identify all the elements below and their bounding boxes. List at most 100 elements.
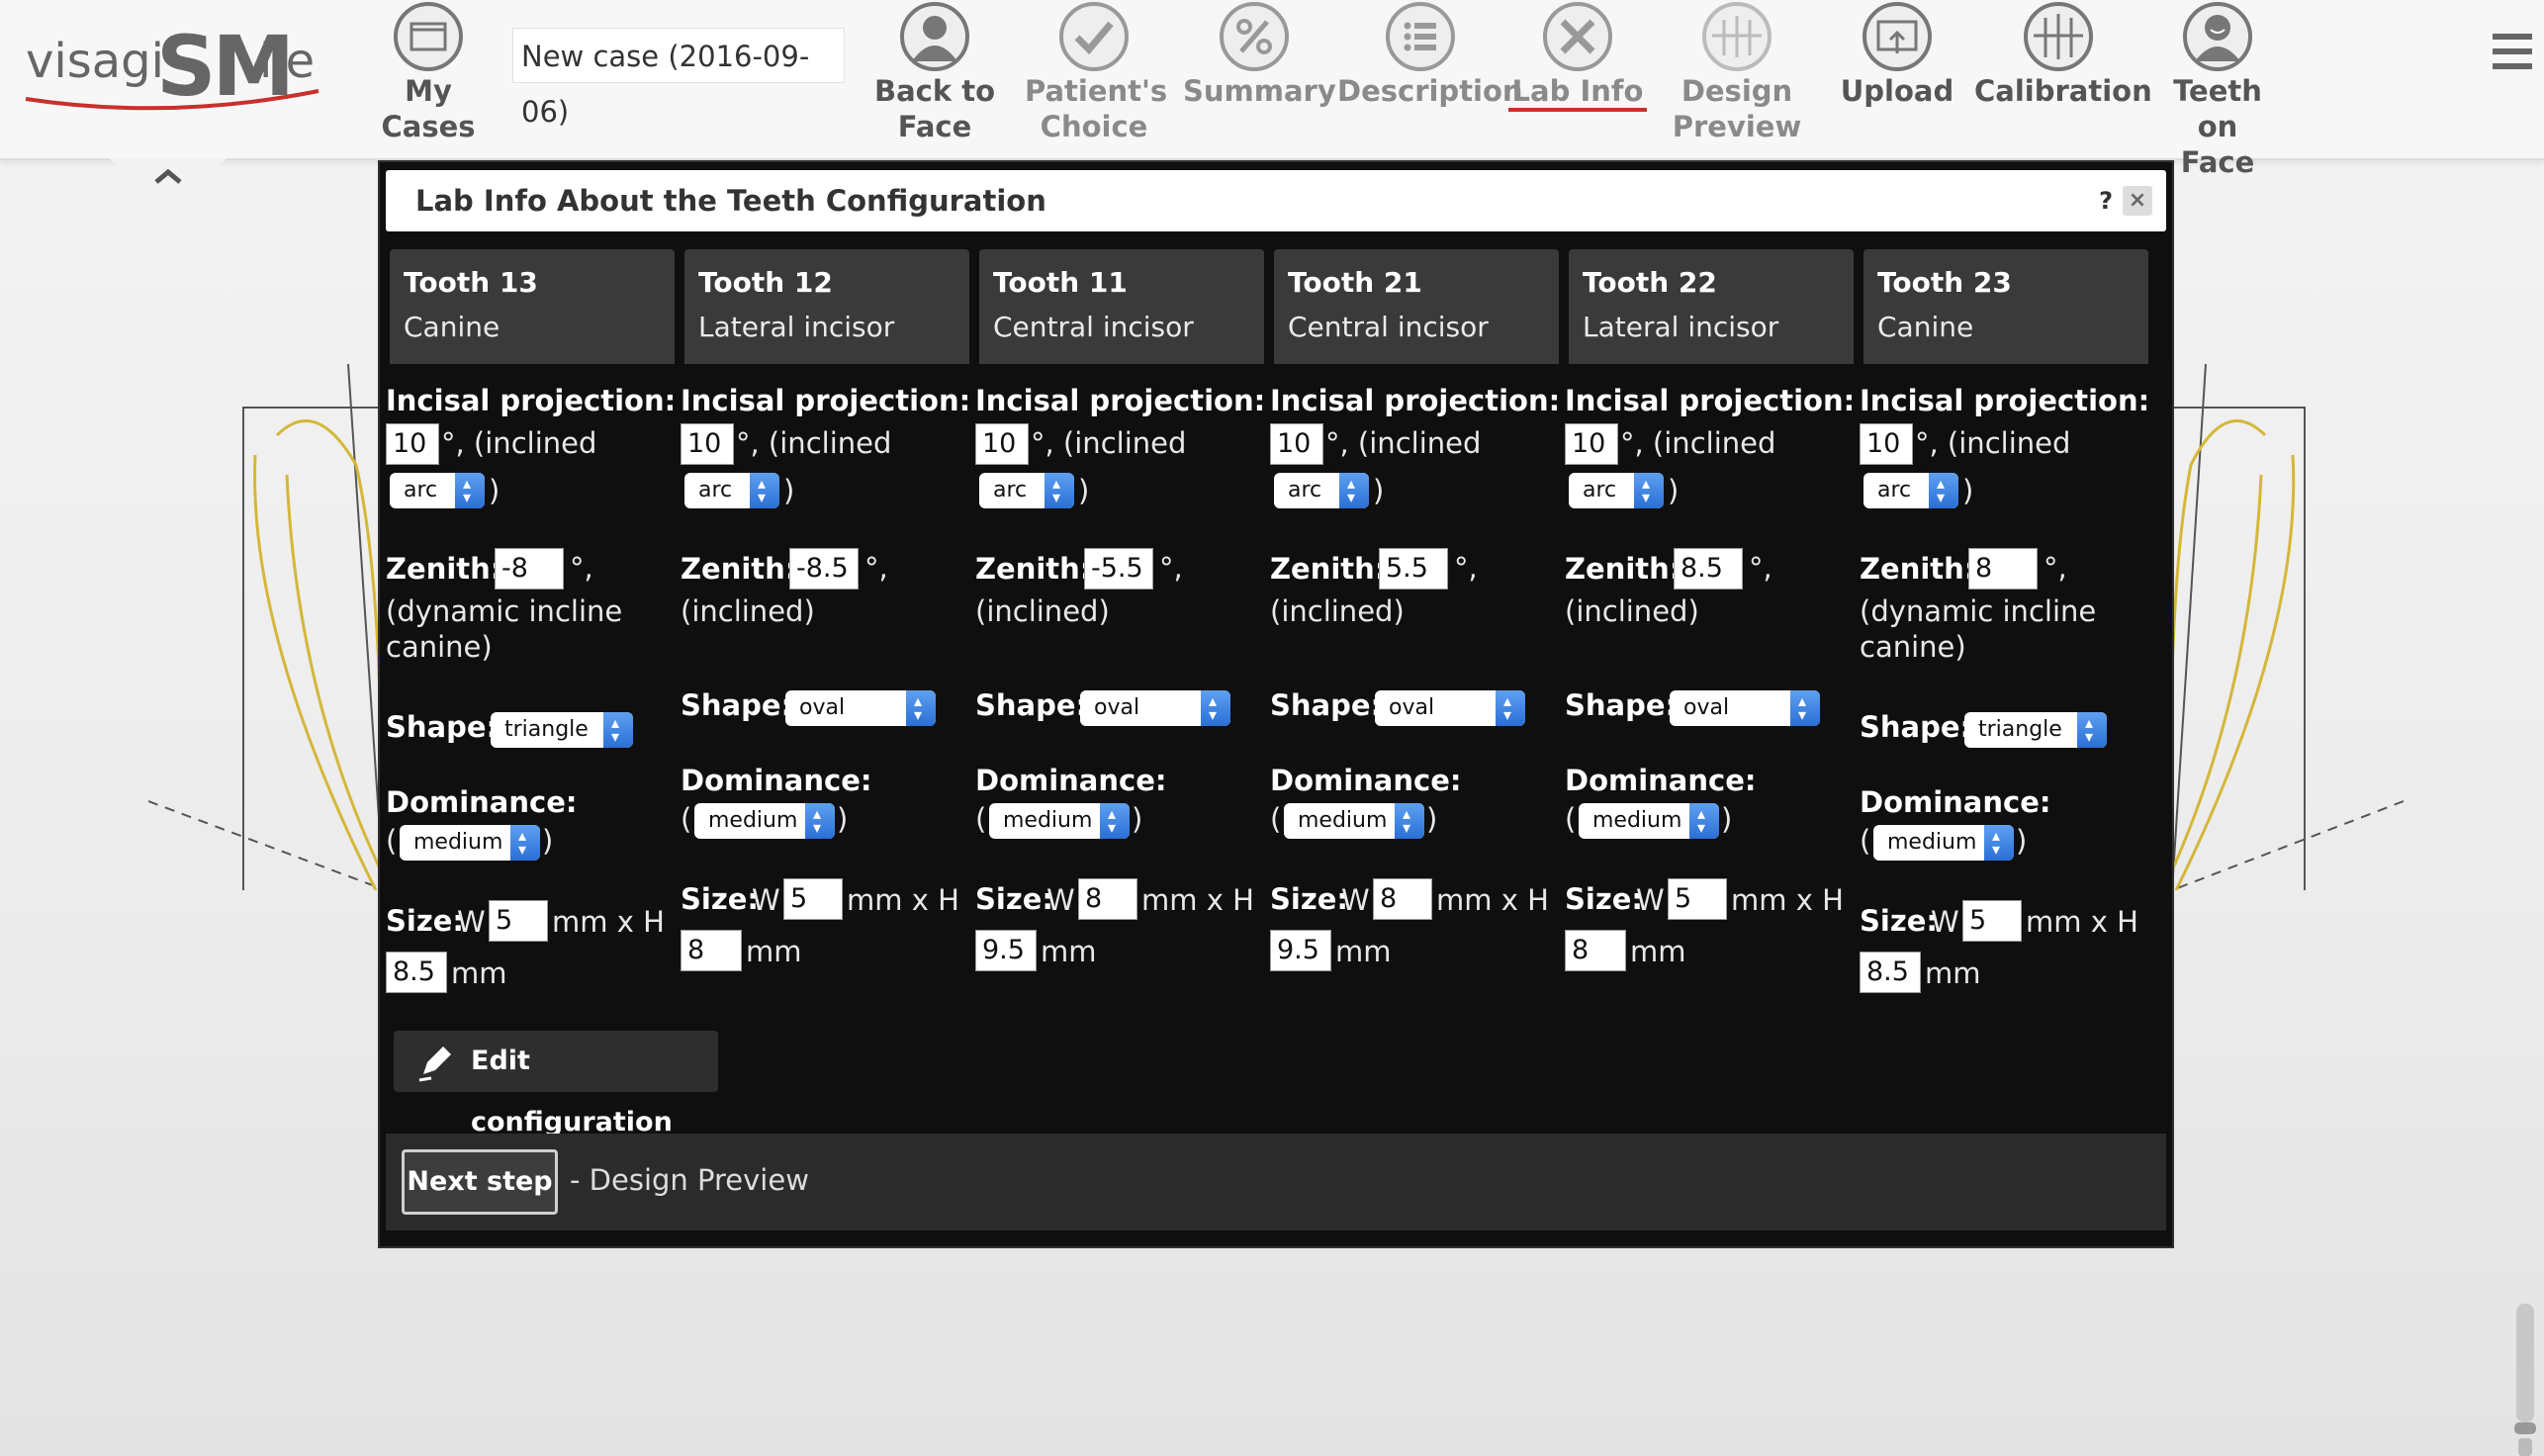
incisal-direction-select[interactable]: arc <box>390 466 485 515</box>
select-arrow-icon <box>805 796 835 846</box>
height-input[interactable]: 8.5 <box>386 952 447 993</box>
shape-select[interactable]: triangle <box>1964 705 2107 755</box>
top-toolbar: visagi SM ile My Cases New case (2016-09… <box>0 0 2544 179</box>
zenith-input[interactable]: -5.5 <box>1084 548 1153 590</box>
tooth-header: Tooth 13 Canine <box>390 249 675 364</box>
inclined-text: °, (inclined <box>1031 426 1187 460</box>
zenith-note: (inclined) <box>1565 594 1699 628</box>
dominance-select[interactable]: medium <box>1579 796 1719 846</box>
dominance-select-value: medium <box>413 830 503 855</box>
dominance-select[interactable]: medium <box>989 796 1130 846</box>
nav-my-cases[interactable]: My Cases <box>354 0 502 148</box>
height-input[interactable]: 8 <box>1565 930 1626 971</box>
nav-back-to-face[interactable]: Back to Face <box>870 0 999 148</box>
nav-label: My Cases <box>381 74 476 143</box>
zenith-input[interactable]: 5.5 <box>1379 548 1448 590</box>
hamburger-menu-icon[interactable] <box>2493 30 2532 73</box>
dominance-select[interactable]: medium <box>400 818 540 867</box>
zenith-input[interactable]: -8.5 <box>789 548 859 590</box>
nav-description[interactable]: Description <box>1337 0 1523 148</box>
select-arrow-icon <box>1689 796 1719 846</box>
shape-label: Shape: <box>975 688 1088 722</box>
dominance-label: Dominance: <box>1270 764 1462 797</box>
zenith-input[interactable]: -8 <box>495 548 564 590</box>
case-name-field[interactable]: New case (2016-09-06) <box>512 28 845 129</box>
incisal-projection-input[interactable]: 10 <box>386 423 439 465</box>
nav-calibration[interactable]: Calibration <box>1974 0 2152 148</box>
mm-x-h-text: mm x H <box>1731 883 1844 917</box>
mm-x-h-text: mm x H <box>1436 883 1549 917</box>
select-arrow-icon <box>455 466 485 515</box>
incisal-projection-input[interactable]: 10 <box>1860 423 1913 465</box>
dominance-select-value: medium <box>1887 830 1977 855</box>
mm-text: mm <box>746 935 802 968</box>
pencil-icon <box>418 1046 451 1082</box>
shape-label: Shape: <box>1270 688 1383 722</box>
nav-label: Teeth on <box>2173 74 2262 143</box>
help-button[interactable]: ? <box>2099 170 2113 231</box>
incisal-projection-input[interactable]: 10 <box>1270 423 1323 465</box>
nav-upload[interactable]: Upload <box>1832 0 1962 148</box>
dominance-select[interactable]: medium <box>1284 796 1424 846</box>
tooth-header: Tooth 22 Lateral incisor <box>1569 249 1854 364</box>
nav-label: Summary <box>1183 74 1336 108</box>
page-scrollbar[interactable] <box>2512 1304 2538 1456</box>
zenith-input[interactable]: 8 <box>1968 548 2038 590</box>
incisal-direction-select-value: arc <box>1877 478 1912 502</box>
incisal-direction-select[interactable]: arc <box>1274 466 1369 515</box>
shape-label: Shape: <box>1860 710 1972 744</box>
dominance-select[interactable]: medium <box>694 796 835 846</box>
width-input[interactable]: 8 <box>1078 878 1137 920</box>
zenith-note-2: canine) <box>386 630 493 664</box>
width-input[interactable]: 8 <box>1373 878 1432 920</box>
mm-text: mm <box>1041 935 1097 968</box>
height-input[interactable]: 8 <box>681 930 742 971</box>
dominance-select[interactable]: medium <box>1873 818 2014 867</box>
shape-select[interactable]: oval <box>785 683 936 733</box>
shape-select[interactable]: oval <box>1670 683 1820 733</box>
logo-text-3: ile <box>259 34 316 89</box>
width-prefix: W <box>752 883 780 917</box>
incisal-direction-select[interactable]: arc <box>1569 466 1664 515</box>
incisal-projection-input[interactable]: 10 <box>1565 423 1618 465</box>
incisal-projection-input[interactable]: 10 <box>681 423 734 465</box>
nav-design-preview[interactable]: Design Preview <box>1670 0 1804 148</box>
width-input[interactable]: 5 <box>489 900 548 942</box>
incisal-direction-select[interactable]: arc <box>979 466 1074 515</box>
zenith-label: Zenith: <box>1860 552 1976 586</box>
visagismile-logo[interactable]: visagi SM ile <box>22 18 328 115</box>
nav-teeth-on-face[interactable]: Teeth on Face <box>2152 0 2283 179</box>
incisal-direction-select[interactable]: arc <box>684 466 779 515</box>
height-input[interactable]: 9.5 <box>975 930 1037 971</box>
width-input[interactable]: 5 <box>1668 878 1727 920</box>
tooth-header: Tooth 12 Lateral incisor <box>684 249 969 364</box>
close-paren-text: ) <box>489 474 500 507</box>
height-input[interactable]: 8.5 <box>1860 952 1921 993</box>
mm-x-h-text: mm x H <box>552 905 665 939</box>
mm-text: mm <box>1335 935 1392 968</box>
nav-summary[interactable]: Summary <box>1183 0 1336 148</box>
width-prefix: W <box>457 905 486 939</box>
zenith-input[interactable]: 8.5 <box>1674 548 1743 590</box>
shape-select[interactable]: oval <box>1080 683 1230 733</box>
size-label: Size: <box>1860 904 1938 938</box>
nav-label: Lab Info <box>1507 74 1648 112</box>
close-button[interactable]: × <box>2123 186 2152 216</box>
select-arrow-icon <box>1790 683 1820 733</box>
incisal-direction-select[interactable]: arc <box>1863 466 1958 515</box>
incisal-projection-input[interactable]: 10 <box>975 423 1029 465</box>
width-input[interactable]: 5 <box>1962 900 2022 942</box>
nav-lab-info[interactable]: Lab Info <box>1507 0 1648 148</box>
dialog-title-bar: Lab Info About the Teeth Configuration ?… <box>386 170 2166 231</box>
height-input[interactable]: 9.5 <box>1270 930 1331 971</box>
shape-select[interactable]: triangle <box>491 705 633 755</box>
tooth-column: Tooth 23 Canine Incisal projection: 10 °, (i… <box>1860 249 2149 1139</box>
width-input[interactable]: 5 <box>783 878 843 920</box>
select-arrow-icon <box>1201 683 1230 733</box>
shape-select[interactable]: oval <box>1375 683 1525 733</box>
tools-icon <box>1543 2 1612 71</box>
nav-patients-choice[interactable]: Patient's Choice <box>1025 0 1167 148</box>
open-paren-text: ( <box>681 802 692 836</box>
next-step-button[interactable]: Next step <box>402 1149 558 1215</box>
edit-configuration-button[interactable]: Edit configuration <box>394 1031 718 1138</box>
